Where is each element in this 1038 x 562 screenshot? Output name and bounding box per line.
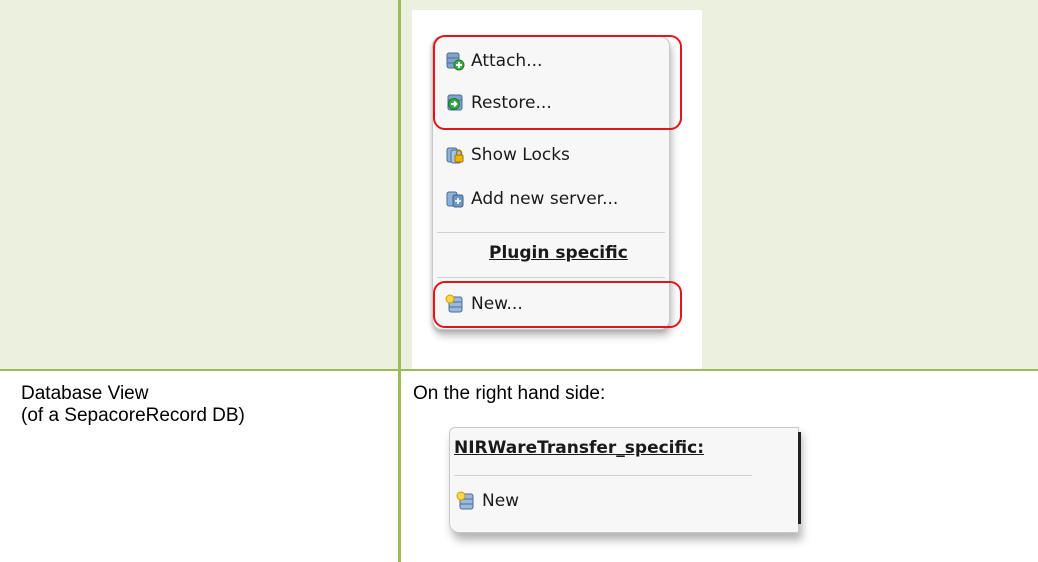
context-menu-snippet: NIRWareTransfer_specific: New <box>449 427 801 533</box>
snippet-right-edge <box>798 432 801 524</box>
menu-section-header: Plugin specific <box>489 243 628 263</box>
highlight-attach-restore <box>433 35 682 130</box>
menu-item-label: Show Locks <box>471 145 570 165</box>
menu-item-label: Add new server... <box>471 189 619 209</box>
top-left-cell <box>0 0 398 369</box>
menu-separator <box>454 475 752 476</box>
highlight-new <box>433 281 682 328</box>
database-locks-icon <box>445 145 465 165</box>
database-new-icon <box>456 491 476 511</box>
label-line: Database View <box>21 383 149 404</box>
menu-separator <box>437 232 665 233</box>
menu-item-show-locks[interactable]: Show Locks <box>433 137 570 173</box>
menu-item-new[interactable]: New <box>444 483 519 519</box>
row-divider <box>0 369 1038 371</box>
menu-section-header: NIRWareTransfer_specific: <box>454 438 704 458</box>
menu-separator <box>437 277 665 278</box>
add-server-icon <box>445 189 465 209</box>
label-line: (of a SepacoreRecord DB) <box>21 405 245 426</box>
database-view-label: Database View (of a SepacoreRecord DB) <box>21 383 245 427</box>
menu-item-label: New <box>482 491 520 511</box>
column-divider <box>398 0 401 562</box>
right-hand-side-text: On the right hand side: <box>413 383 606 404</box>
menu-item-add-new-server[interactable]: Add new server... <box>433 181 618 217</box>
